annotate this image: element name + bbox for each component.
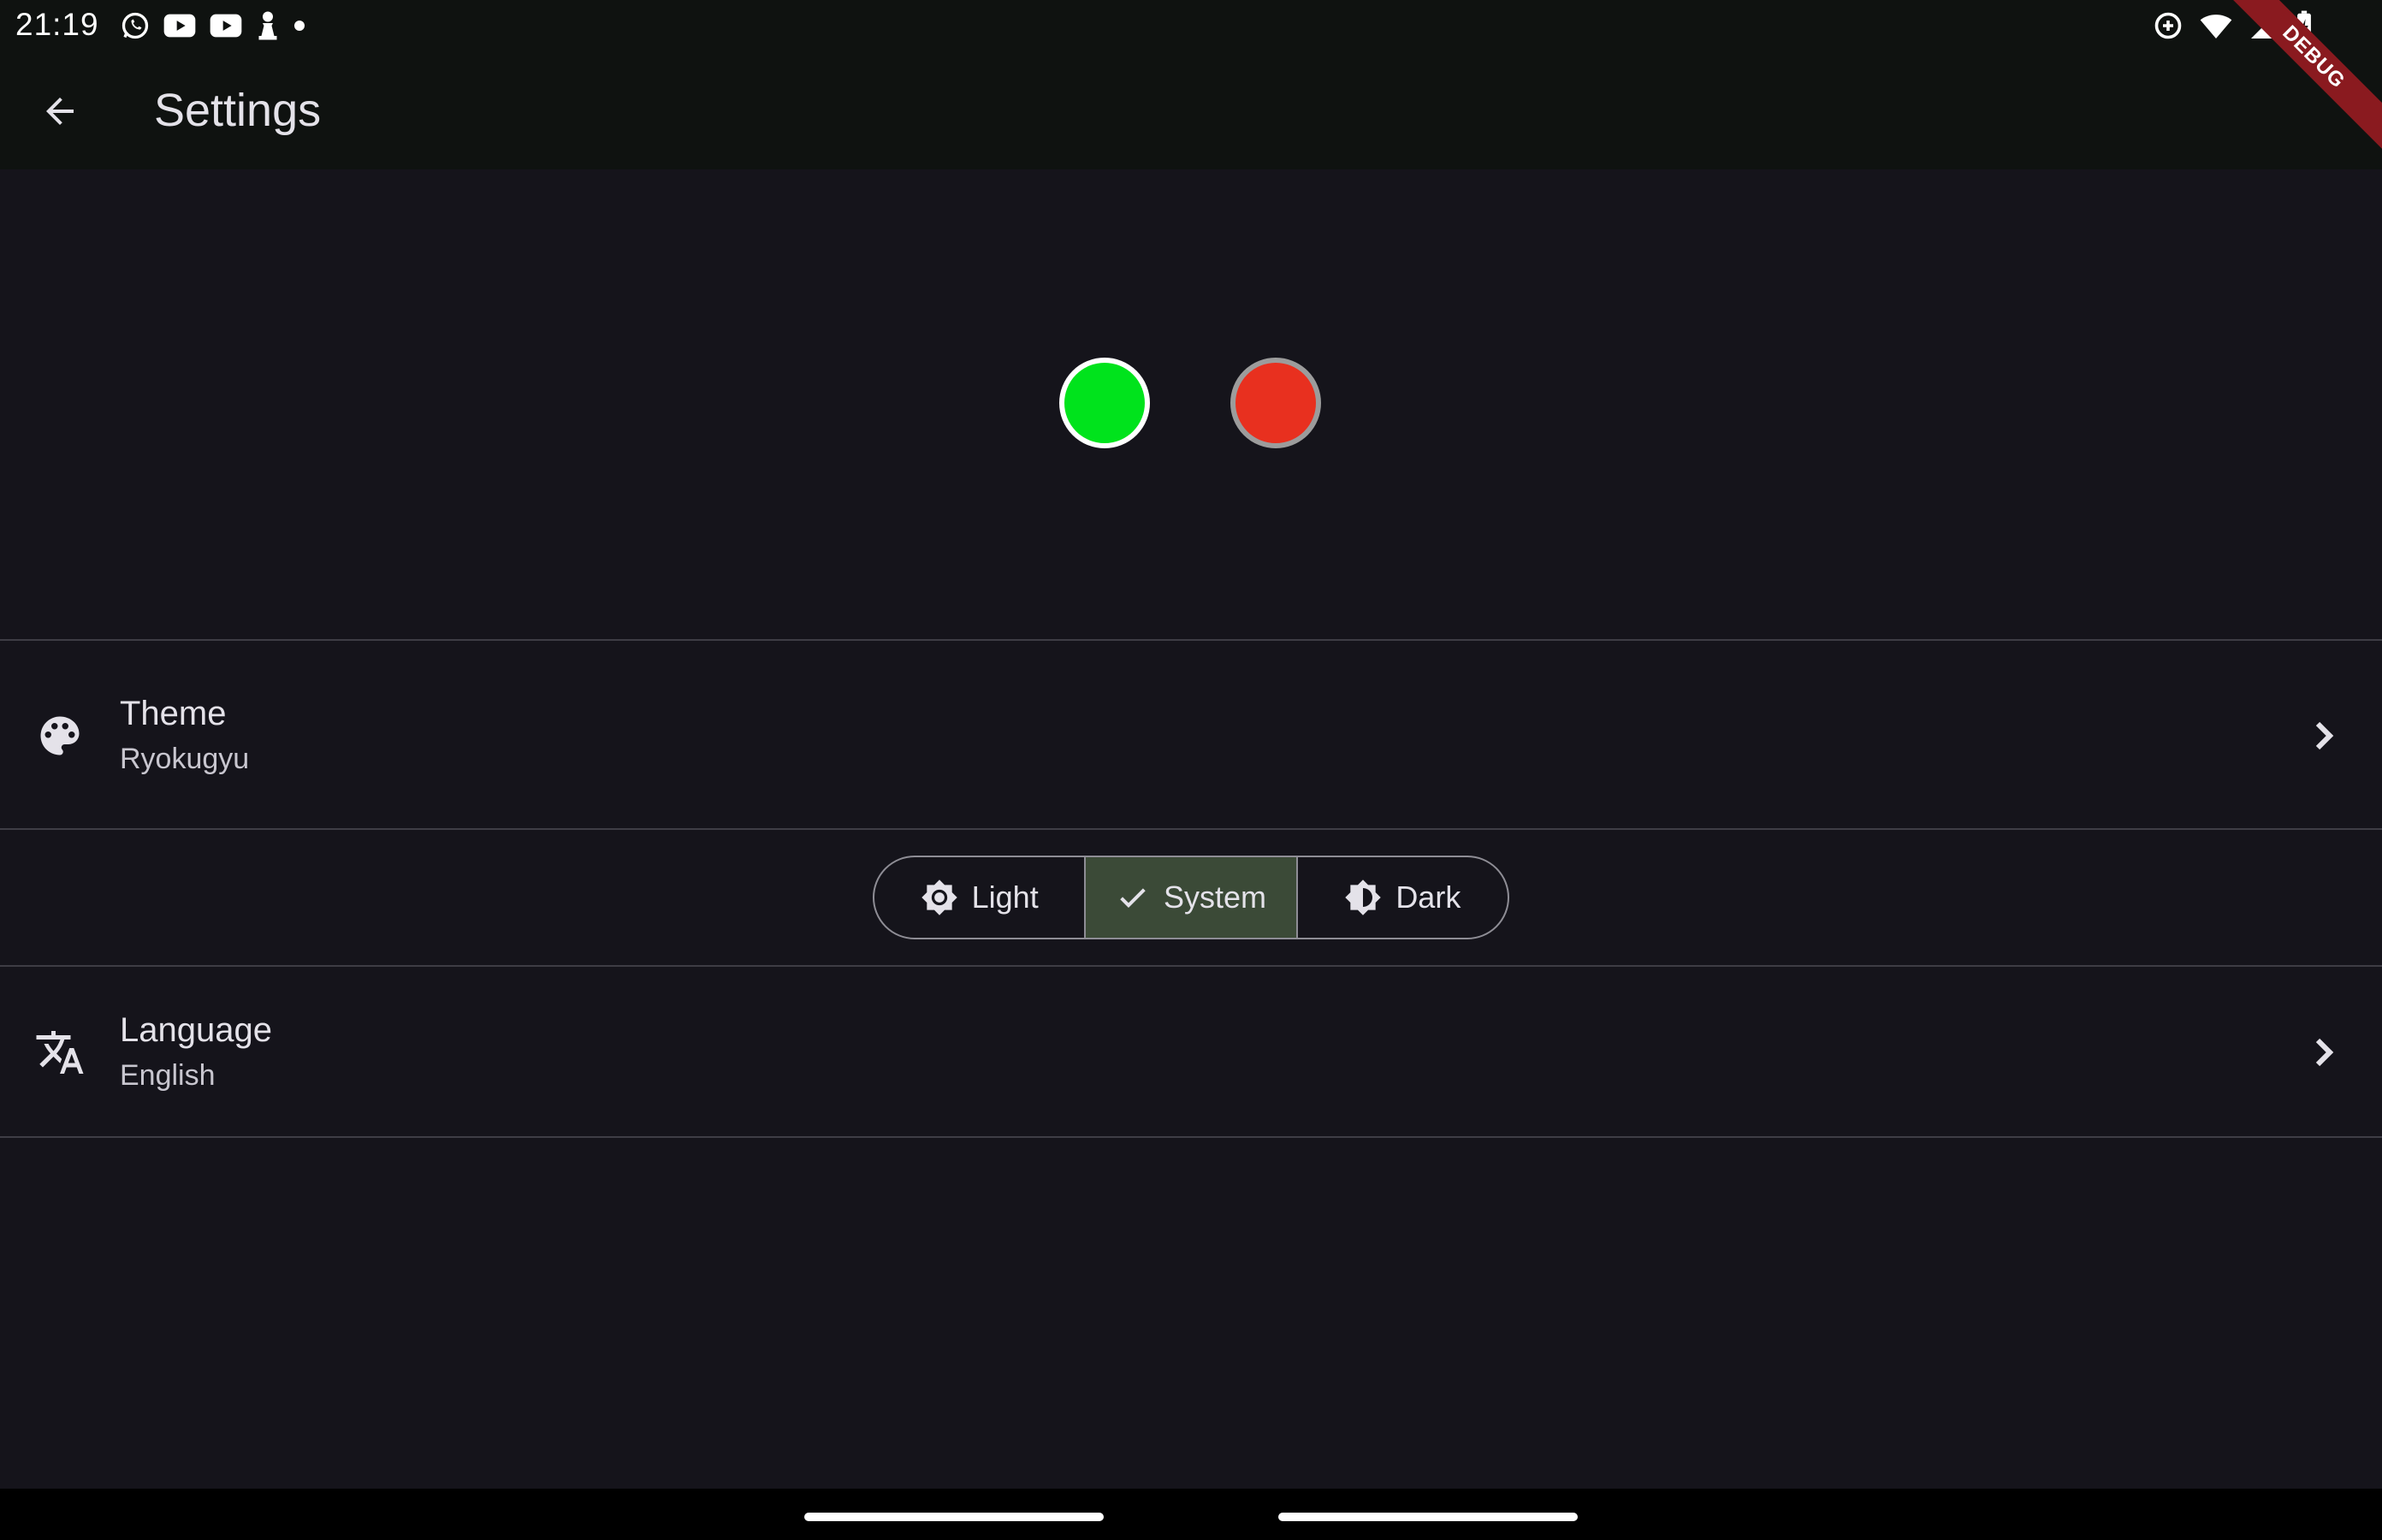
language-tile[interactable]: Language English (0, 967, 2382, 1138)
chess-pawn-icon (255, 10, 281, 41)
status-time: 21:19 (15, 7, 99, 42)
language-subtitle: English (120, 1059, 216, 1092)
page-title: Settings (154, 85, 322, 136)
chevron-right-icon (2315, 1038, 2334, 1067)
divider (0, 639, 2382, 641)
theme-subtitle: Ryokugyu (120, 743, 250, 775)
signal-icon (2249, 10, 2279, 41)
status-bar: 21:19 (0, 0, 2382, 51)
check-icon (1120, 888, 1146, 908)
arrow-back-icon (46, 98, 74, 125)
navigation-bar (0, 1489, 2382, 1540)
color-swatch-green[interactable] (1059, 358, 1150, 448)
translate-icon (36, 1031, 84, 1074)
dot-icon (293, 10, 306, 41)
segment-light-label: Light (971, 880, 1039, 915)
segment-system-label: System (1163, 880, 1266, 915)
color-swatch-red[interactable] (1230, 358, 1321, 448)
youtube-icon (209, 12, 243, 39)
nav-handle[interactable] (1278, 1513, 1578, 1521)
theme-title: Theme (120, 695, 227, 732)
chevron-right-icon (2315, 721, 2334, 750)
segment-system[interactable]: System (1084, 857, 1296, 938)
brightness-high-icon (921, 880, 957, 915)
status-right-icons (2153, 9, 2314, 43)
segment-light[interactable]: Light (874, 857, 1084, 938)
youtube-icon (163, 12, 197, 39)
nav-handle[interactable] (804, 1513, 1104, 1521)
app-bar: Settings (0, 51, 2382, 169)
segment-dark[interactable]: Dark (1295, 857, 1508, 938)
theme-tile[interactable]: Theme Ryokugyu (0, 642, 2382, 828)
divider (0, 1136, 2382, 1138)
language-title: Language (120, 1011, 272, 1049)
status-left-icons (120, 9, 306, 43)
back-button[interactable] (21, 79, 99, 144)
battery-charging-icon (2295, 9, 2314, 42)
whatsapp-icon (120, 10, 151, 41)
data-saver-icon (2153, 10, 2184, 41)
brightness-segmented-button: Light System Dark (873, 856, 1509, 939)
brightness-low-icon (1345, 880, 1382, 915)
wifi-icon (2199, 11, 2233, 40)
palette-icon (40, 716, 80, 755)
divider (0, 828, 2382, 830)
segment-dark-label: Dark (1395, 880, 1461, 915)
